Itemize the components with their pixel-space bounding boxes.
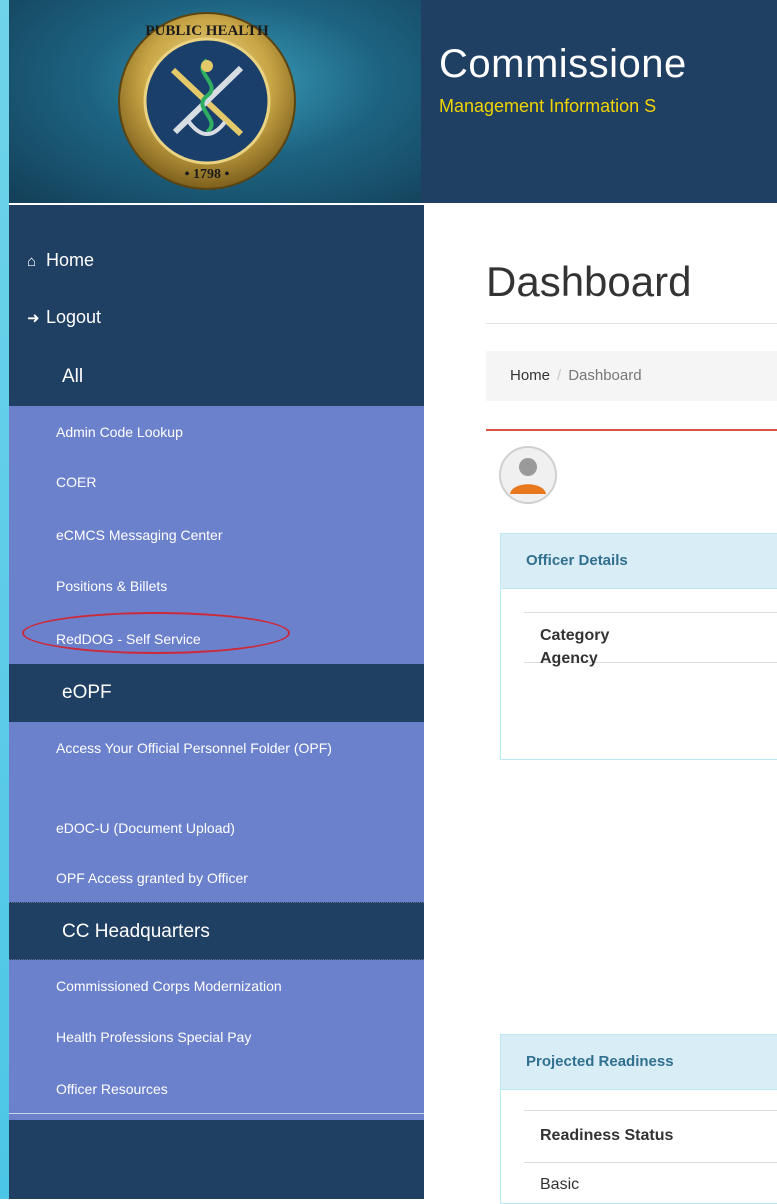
table-row-divider — [524, 612, 777, 613]
menu-item-opf-access-granted[interactable]: OPF Access granted by Officer — [56, 868, 248, 888]
section-header-eopf[interactable]: eOPF — [9, 664, 424, 722]
agency-label: Agency — [540, 650, 598, 667]
officer-details-heading: Officer Details — [501, 534, 777, 589]
readiness-basic-row: Basic — [540, 1176, 580, 1193]
menu-item-health-professions-special-pay[interactable]: Health Professions Special Pay — [56, 1027, 251, 1047]
officer-details-panel: Officer Details — [500, 533, 777, 760]
menu-item-officer-resources[interactable]: Officer Resources — [56, 1079, 168, 1099]
section-title: eOPF — [62, 682, 112, 703]
breadcrumb-home-link[interactable]: Home — [510, 367, 550, 384]
menu-item-ecmcs-messaging-center[interactable]: eCMCS Messaging Center — [56, 525, 223, 545]
menu-item-admin-code-lookup[interactable]: Admin Code Lookup — [56, 422, 183, 442]
breadcrumb-current: Dashboard — [568, 367, 642, 384]
menu-item-coer[interactable]: COER — [56, 472, 96, 492]
app-title: Commissione — [439, 42, 687, 86]
logo-area: PUBLIC HEALTH • 1798 • — [9, 0, 421, 203]
title-divider — [486, 323, 777, 324]
section-list-eopf: Access Your Official Personnel Folder (O… — [9, 722, 424, 902]
page-title: Dashboard — [486, 258, 692, 305]
menu-item-edoc-u[interactable]: eDOC-U (Document Upload) — [56, 818, 235, 838]
sidebar: ⌂ Home ➜ Logout All Admin Code Lookup COER… — [9, 205, 424, 1199]
section-header-cc-headquarters[interactable]: CC Headquarters — [9, 902, 424, 960]
breadcrumb-separator: / — [557, 367, 562, 384]
table-row-divider — [524, 1162, 777, 1163]
menu-item-access-opf[interactable]: Access Your Official Personnel Folder (O… — [56, 738, 416, 758]
projected-readiness-heading: Projected Readiness — [501, 1035, 777, 1090]
sidebar-home-link[interactable]: ⌂ Home — [27, 250, 94, 271]
svg-text:PUBLIC HEALTH: PUBLIC HEALTH — [145, 23, 269, 39]
left-edge-strip — [0, 0, 9, 1199]
sidebar-divider — [9, 1113, 424, 1114]
sidebar-logout-link[interactable]: ➜ Logout — [27, 307, 101, 328]
highlight-circle-annotation — [22, 612, 290, 654]
section-list-cc-headquarters: Commissioned Corps Modernization Health … — [9, 960, 424, 1120]
readiness-status-header: Readiness Status — [540, 1127, 674, 1144]
avatar[interactable] — [499, 446, 557, 504]
section-title: All — [62, 366, 84, 387]
user-icon — [510, 458, 546, 494]
breadcrumb: Home / Dashboard — [486, 351, 777, 401]
logout-icon: ➜ — [27, 310, 40, 327]
table-row-divider — [524, 1110, 777, 1111]
phs-seal-logo[interactable]: PUBLIC HEALTH • 1798 • — [113, 10, 301, 192]
svg-text:• 1798 •: • 1798 • — [185, 167, 230, 182]
section-header-all[interactable]: All — [9, 348, 424, 406]
section-title: CC Headquarters — [62, 921, 210, 942]
app-header: PUBLIC HEALTH • 1798 • Commissione Manag… — [9, 0, 777, 203]
menu-item-positions-billets[interactable]: Positions & Billets — [56, 576, 167, 596]
home-label: Home — [46, 250, 95, 270]
home-icon: ⌂ — [27, 253, 37, 270]
menu-item-cc-modernization[interactable]: Commissioned Corps Modernization — [56, 976, 282, 996]
category-label: Category — [540, 627, 610, 644]
app-subtitle: Management Information S — [439, 96, 657, 116]
logout-label: Logout — [46, 307, 102, 327]
